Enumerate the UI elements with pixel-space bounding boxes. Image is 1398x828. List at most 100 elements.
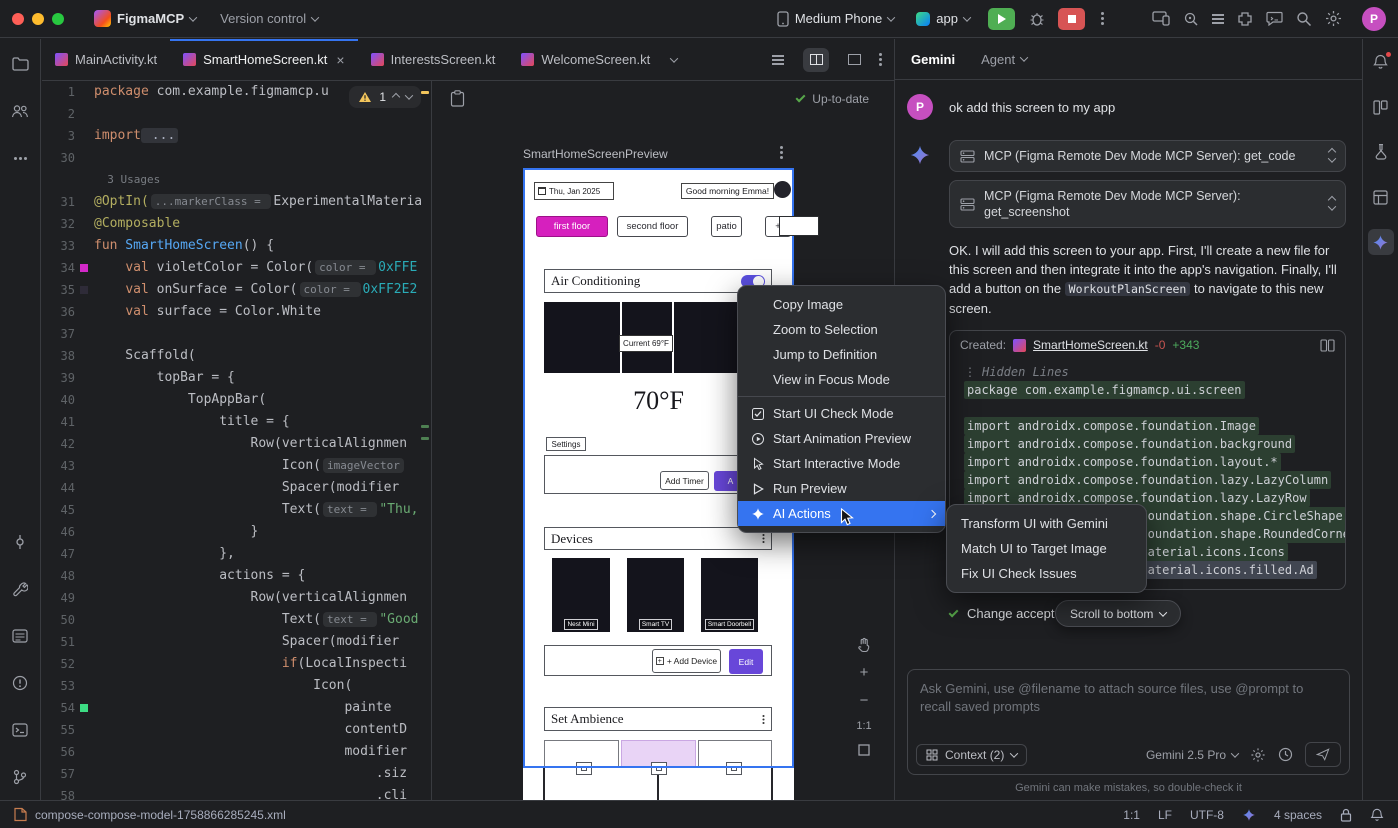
project-folder-icon[interactable] [7, 51, 33, 77]
device-selector[interactable]: Medium Phone [777, 11, 894, 27]
tab-mainactivity[interactable]: MainActivity.kt [42, 39, 170, 80]
logcat-icon[interactable] [7, 623, 33, 649]
menu-item-transform-ui-with-gemini[interactable]: Transform UI with Gemini [947, 511, 1146, 536]
scroll-to-bottom-button[interactable]: Scroll to bottom [1055, 600, 1181, 627]
todo-list-icon[interactable] [1212, 18, 1224, 20]
hidden-tabs-dropdown-icon[interactable] [670, 54, 678, 62]
search-everywhere-icon[interactable] [1296, 11, 1312, 27]
gemini-chat-icon[interactable] [1266, 11, 1283, 26]
file-encoding[interactable]: UTF-8 [1190, 808, 1224, 822]
split-view-button[interactable] [803, 48, 829, 72]
layout-inspector-icon[interactable] [1368, 184, 1394, 210]
tab-interestsscreen[interactable]: InterestsScreen.kt [358, 39, 509, 80]
menu-item-view-in-focus-mode[interactable]: View in Focus Mode [738, 367, 945, 392]
ui-check-clipboard-icon[interactable] [450, 90, 465, 107]
zoom-out-button[interactable]: − [860, 692, 869, 709]
more-actions-icon[interactable] [1101, 17, 1104, 20]
tab-gemini[interactable]: Gemini [911, 52, 955, 67]
plugins-icon[interactable] [1237, 11, 1253, 27]
code-view-button[interactable] [765, 48, 791, 72]
preview-resize-handle[interactable] [779, 216, 819, 236]
menu-item-jump-to-definition[interactable]: Jump to Definition [738, 342, 945, 367]
menu-item-match-ui-to-target-image[interactable]: Match UI to Target Image [947, 536, 1146, 561]
color-swatch[interactable] [80, 264, 88, 272]
tab-agent[interactable]: Agent [981, 52, 1027, 67]
menu-item-run-preview[interactable]: Run Preview [738, 476, 945, 501]
menu-item-ai-actions[interactable]: AI Actions [738, 501, 945, 526]
device-manager-icon[interactable] [1368, 139, 1394, 165]
history-icon[interactable] [1278, 747, 1293, 762]
build-variants-icon[interactable] [1368, 94, 1394, 120]
expand-icon[interactable] [1329, 197, 1335, 211]
commit-icon[interactable] [7, 529, 33, 555]
vcs-widget[interactable]: Version control [220, 11, 318, 26]
window-controls[interactable] [12, 13, 64, 25]
change-stripe-mark[interactable] [421, 437, 429, 440]
send-button[interactable] [1305, 742, 1341, 767]
debug-button[interactable] [1023, 8, 1050, 30]
context-chip[interactable]: Context (2) [916, 744, 1027, 766]
prev-issue-icon[interactable] [392, 93, 400, 101]
menu-item-fix-ui-check-issues[interactable]: Fix UI Check Issues [947, 561, 1146, 586]
resource-manager-icon[interactable] [7, 98, 33, 124]
kotlin-file-icon [183, 53, 196, 66]
indent-setting[interactable]: 4 spaces [1274, 808, 1322, 822]
settings-icon[interactable] [1325, 10, 1342, 27]
preview-options-icon[interactable] [780, 151, 783, 154]
menu-item-zoom-to-selection[interactable]: Zoom to Selection [738, 317, 945, 342]
build-icon[interactable] [7, 576, 33, 602]
close-tab-icon[interactable]: × [336, 53, 344, 67]
run-config-selector[interactable]: app [916, 11, 970, 26]
menu-item-start-animation-preview[interactable]: Start Animation Preview [738, 426, 945, 451]
maximize-window-icon[interactable] [52, 13, 64, 25]
user-avatar[interactable]: P [1362, 7, 1386, 31]
code-text: Icon(imageVector [94, 455, 431, 477]
terminal-icon[interactable] [7, 717, 33, 743]
created-file-link[interactable]: SmartHomeScreen.kt [1033, 338, 1148, 352]
tab-smarthomescreen[interactable]: SmartHomeScreen.kt × [170, 39, 357, 80]
caret-position[interactable]: 1:1 [1123, 808, 1140, 822]
breadcrumb-file[interactable]: compose-compose-model-1758866285245.xml [35, 808, 286, 822]
design-view-button[interactable] [841, 48, 867, 72]
tab-welcomescreen[interactable]: WelcomeScreen.kt [508, 39, 663, 80]
pan-hand-icon[interactable] [856, 637, 872, 653]
tab-label: MainActivity.kt [75, 52, 157, 67]
stop-button[interactable] [1058, 8, 1085, 30]
version-control-icon[interactable] [7, 764, 33, 790]
close-window-icon[interactable] [12, 13, 24, 25]
warning-stripe-mark[interactable] [421, 91, 429, 94]
project-widget[interactable]: FigmaMCP [94, 10, 196, 27]
menu-item-start-ui-check-mode[interactable]: Start UI Check Mode [738, 401, 945, 426]
color-swatch[interactable] [80, 704, 88, 712]
next-issue-icon[interactable] [405, 91, 413, 99]
tool-call-get-screenshot[interactable]: MCP (Figma Remote Dev Mode MCP Server): … [949, 180, 1346, 228]
prompt-settings-icon[interactable] [1250, 747, 1266, 763]
minimize-window-icon[interactable] [32, 13, 44, 25]
zoom-level[interactable]: 1:1 [856, 720, 871, 732]
run-button[interactable] [988, 8, 1015, 30]
color-swatch[interactable] [80, 286, 88, 294]
lock-icon[interactable] [1340, 808, 1352, 822]
change-stripe-mark[interactable] [421, 425, 429, 428]
menu-item-start-interactive-mode[interactable]: Start Interactive Mode [738, 451, 945, 476]
gemini-icon[interactable] [1368, 229, 1394, 255]
inspections-widget[interactable]: 1 [349, 86, 421, 108]
notifications-status-icon[interactable] [1370, 808, 1384, 822]
running-devices-icon[interactable] [1152, 11, 1170, 26]
more-tool-windows-icon[interactable] [7, 145, 33, 171]
line-ending[interactable]: LF [1158, 808, 1172, 822]
code-editor[interactable]: 1package com.example.figmamcp.u23import … [42, 81, 431, 800]
model-selector[interactable]: Gemini 2.5 Pro [1146, 748, 1238, 762]
menu-item-copy-image[interactable]: Copy Image [738, 292, 945, 317]
tab-options-icon[interactable] [879, 58, 882, 61]
app-inspection-icon[interactable] [1183, 11, 1199, 27]
gemini-status-icon[interactable] [1242, 808, 1256, 822]
zoom-in-button[interactable]: + [860, 664, 869, 681]
open-diff-icon[interactable] [1320, 339, 1335, 352]
zoom-to-fit-icon[interactable] [857, 743, 871, 757]
problems-icon[interactable] [7, 670, 33, 696]
expand-icon[interactable] [1329, 149, 1335, 163]
gemini-input-box[interactable]: Ask Gemini, use @filename to attach sour… [907, 669, 1350, 775]
notifications-icon[interactable] [1368, 49, 1394, 75]
tool-call-get-code[interactable]: MCP (Figma Remote Dev Mode MCP Server): … [949, 140, 1346, 172]
